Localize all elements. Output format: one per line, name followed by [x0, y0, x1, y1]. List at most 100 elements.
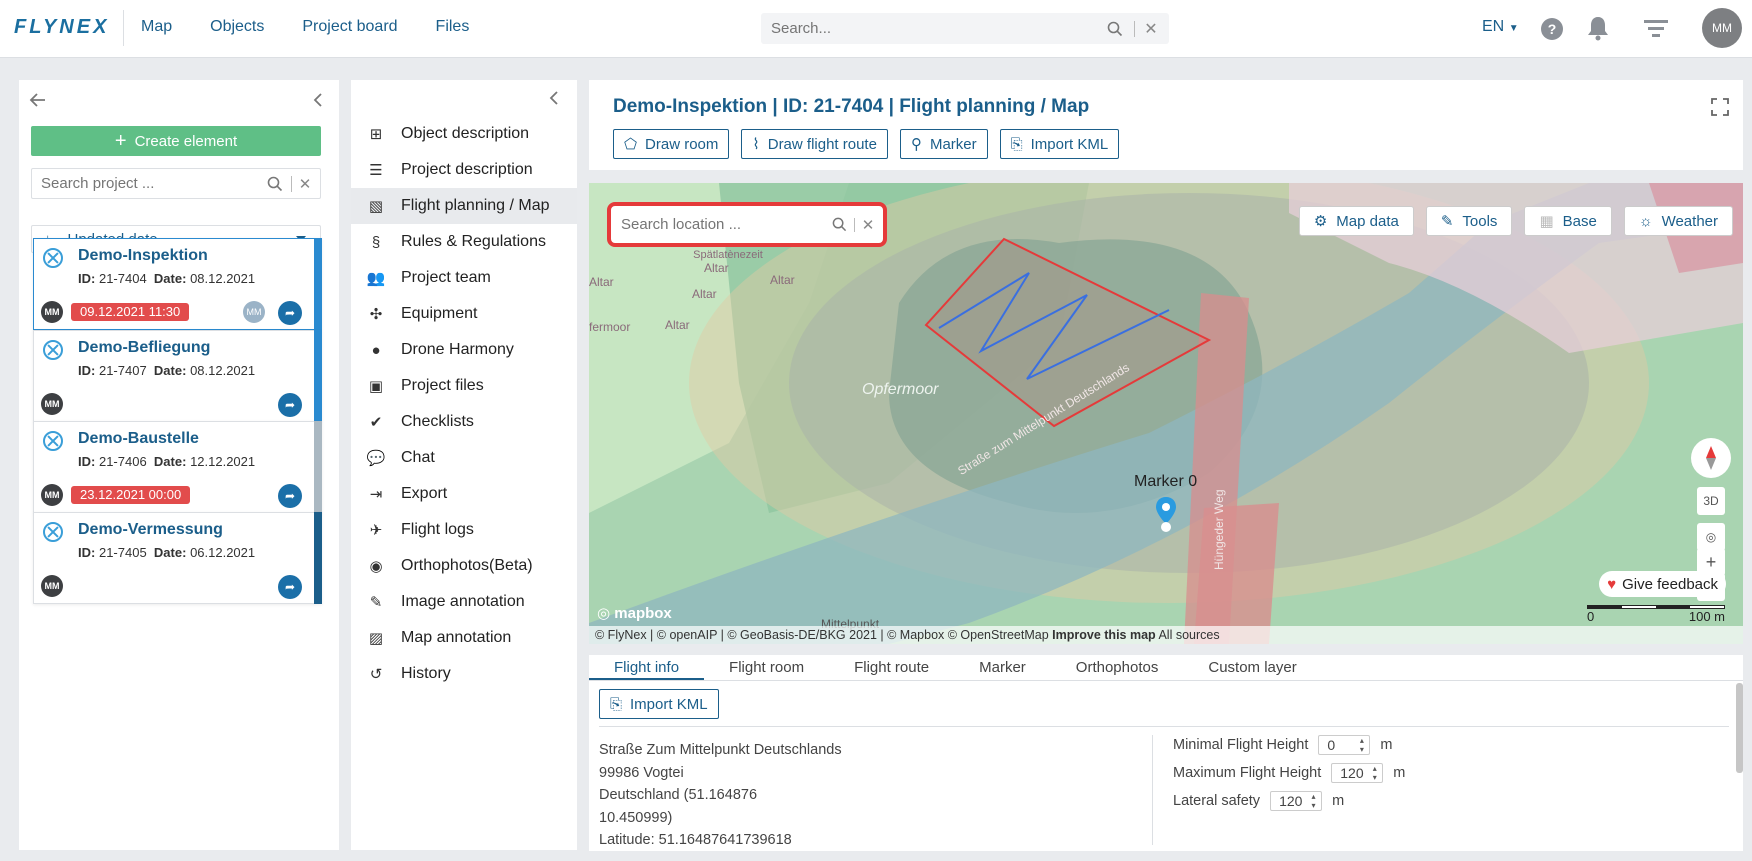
share-icon[interactable]: ➦ — [278, 301, 302, 325]
lateral-safety-field: Lateral safety 120 m — [1173, 791, 1344, 811]
share-icon[interactable]: ➦ — [278, 393, 302, 417]
3d-toggle[interactable]: 3D — [1697, 487, 1725, 515]
menu-item[interactable]: ⇥ Export — [351, 476, 577, 512]
project-search-input[interactable] — [32, 175, 263, 192]
map-data-button[interactable]: ⚙ Map data — [1298, 206, 1414, 236]
tools-button[interactable]: ✎ Tools — [1425, 206, 1513, 236]
fullscreen-icon[interactable] — [1711, 98, 1729, 120]
base-button[interactable]: ▦ Base — [1524, 206, 1612, 236]
back-arrow-icon[interactable] — [29, 92, 47, 112]
menu-item[interactable]: ✔ Checklists — [351, 404, 577, 440]
bell-icon[interactable] — [1587, 15, 1609, 45]
menu-item[interactable]: § Rules & Regulations — [351, 224, 577, 260]
all-sources-link[interactable]: All sources — [1158, 628, 1219, 642]
menu-item-label: Drone Harmony — [401, 341, 514, 358]
weather-button[interactable]: ☼ Weather — [1623, 206, 1733, 236]
give-feedback-button[interactable]: ♥ Give feedback — [1599, 571, 1726, 597]
project-name[interactable]: Demo-Baustelle — [78, 430, 199, 448]
menu-item[interactable]: ☰ Project description — [351, 152, 577, 188]
project-card[interactable]: Demo-Vermessung ID: 21-7405 Date: 06.12.… — [33, 512, 322, 604]
tab-flight-room[interactable]: Flight room — [704, 655, 829, 680]
project-card[interactable]: Demo-Baustelle ID: 21-7406 Date: 12.12.2… — [33, 421, 322, 513]
project-name[interactable]: Demo-Befliegung — [78, 339, 210, 357]
language-select[interactable]: EN ▼ — [1482, 18, 1519, 36]
drone-icon — [43, 522, 63, 542]
search-icon[interactable] — [1102, 21, 1128, 37]
menu-item[interactable]: ▨ Map annotation — [351, 620, 577, 656]
share-icon[interactable]: ➦ — [278, 575, 302, 599]
locate-icon[interactable]: ◎ — [1697, 523, 1725, 551]
clear-icon[interactable]: ✕ — [859, 216, 877, 234]
flynex-logo[interactable]: FLYNEX — [14, 16, 109, 39]
menu-item[interactable]: ✈ Flight logs — [351, 512, 577, 548]
marker-pin-icon[interactable] — [1155, 496, 1177, 536]
collapse-left-icon[interactable] — [313, 92, 323, 112]
menu-item[interactable]: 💬 Chat — [351, 440, 577, 476]
map-edit-icon: ▨ — [368, 630, 384, 647]
map-label-road2: Hüngeder Weg — [1212, 489, 1226, 571]
status-stripe — [314, 238, 322, 330]
tab-flight-info[interactable]: Flight info — [589, 655, 705, 680]
language-label: EN — [1482, 18, 1505, 35]
map-canvas[interactable]: Opfermoor Straße zum Mittelpunkt Deutsch… — [589, 183, 1743, 644]
base-label: Base — [1562, 212, 1597, 230]
collapse-menu-icon[interactable] — [549, 90, 559, 110]
import-kml-label: Import KML — [630, 695, 708, 713]
nav-project-board[interactable]: Project board — [302, 18, 397, 36]
tab-flight-route[interactable]: Flight route — [829, 655, 954, 680]
improve-map-link[interactable]: Improve this map — [1052, 628, 1156, 642]
scrollbar[interactable] — [1736, 683, 1743, 773]
menu-item[interactable]: ✣ Equipment — [351, 296, 577, 332]
clear-icon[interactable]: ✕ — [1141, 19, 1161, 39]
menu-item[interactable]: ◉ Orthophotos(Beta) — [351, 548, 577, 584]
location-search-input[interactable] — [611, 216, 828, 233]
section-icon: § — [371, 233, 381, 251]
menu-item[interactable]: ▣ Project files — [351, 368, 577, 404]
menu-item-label: Project description — [401, 161, 533, 178]
create-element-button[interactable]: + Create element — [31, 126, 321, 156]
status-stripe — [314, 421, 322, 513]
project-list-panel: + Create element ✕ ↓ Updated date Demo-I… — [19, 80, 339, 850]
filter-icon[interactable] — [1644, 19, 1668, 43]
menu-item[interactable]: ▧ Flight planning / Map — [351, 188, 577, 224]
nav-files[interactable]: Files — [436, 18, 470, 36]
import-kml-button[interactable]: ⎘ Import KML — [599, 689, 719, 719]
status-stripe — [314, 512, 322, 604]
mapbox-logo[interactable]: ◎ mapbox — [597, 604, 672, 622]
project-name[interactable]: Demo-Vermessung — [78, 521, 223, 539]
tab-orthophotos[interactable]: Orthophotos — [1051, 655, 1184, 680]
map-label-altar: Altar — [665, 318, 690, 332]
nav-objects[interactable]: Objects — [210, 18, 264, 36]
compass-icon[interactable] — [1691, 438, 1731, 478]
menu-item-label: Export — [401, 485, 448, 502]
map-label-place: Opfermoor — [862, 381, 939, 398]
menu-item[interactable]: ● Drone Harmony — [351, 332, 577, 368]
search-icon[interactable] — [828, 217, 850, 232]
tab-marker[interactable]: Marker — [954, 655, 1051, 680]
import-kml-button[interactable]: ⎘ Import KML — [999, 129, 1120, 159]
max-height-field: Maximum Flight Height 120 m — [1173, 763, 1405, 783]
max-height-stepper[interactable]: 120 — [1331, 763, 1384, 783]
project-card[interactable]: Demo-Befliegung ID: 21-7407 Date: 08.12.… — [33, 330, 322, 422]
help-icon[interactable]: ? — [1541, 18, 1563, 40]
search-icon[interactable] — [263, 176, 287, 192]
nav-map[interactable]: Map — [141, 18, 172, 36]
menu-item[interactable]: 👥 Project team — [351, 260, 577, 296]
menu-item[interactable]: ↺ History — [351, 656, 577, 692]
menu-item-label: Checklists — [401, 413, 474, 430]
menu-item[interactable]: ⊞ Object description — [351, 116, 577, 152]
draw-flight-route-button[interactable]: ⌇ Draw flight route — [741, 129, 888, 159]
project-card[interactable]: Demo-Inspektion ID: 21-7404 Date: 08.12.… — [33, 238, 322, 330]
share-icon[interactable]: ➦ — [278, 484, 302, 508]
global-search-input[interactable] — [761, 20, 1102, 37]
min-height-stepper[interactable]: 0 — [1318, 735, 1371, 755]
avatar[interactable]: MM — [1702, 8, 1742, 48]
draw-room-button[interactable]: ⬠ Draw room — [613, 129, 730, 159]
menu-item[interactable]: ✎ Image annotation — [351, 584, 577, 620]
lateral-safety-stepper[interactable]: 120 — [1270, 791, 1323, 811]
project-name[interactable]: Demo-Inspektion — [78, 247, 208, 265]
deadline-badge: 09.12.2021 11:30 — [71, 303, 190, 321]
marker-button[interactable]: ⚲ Marker — [899, 129, 988, 159]
clear-icon[interactable]: ✕ — [296, 175, 314, 193]
tab-custom-layer[interactable]: Custom layer — [1183, 655, 1321, 680]
